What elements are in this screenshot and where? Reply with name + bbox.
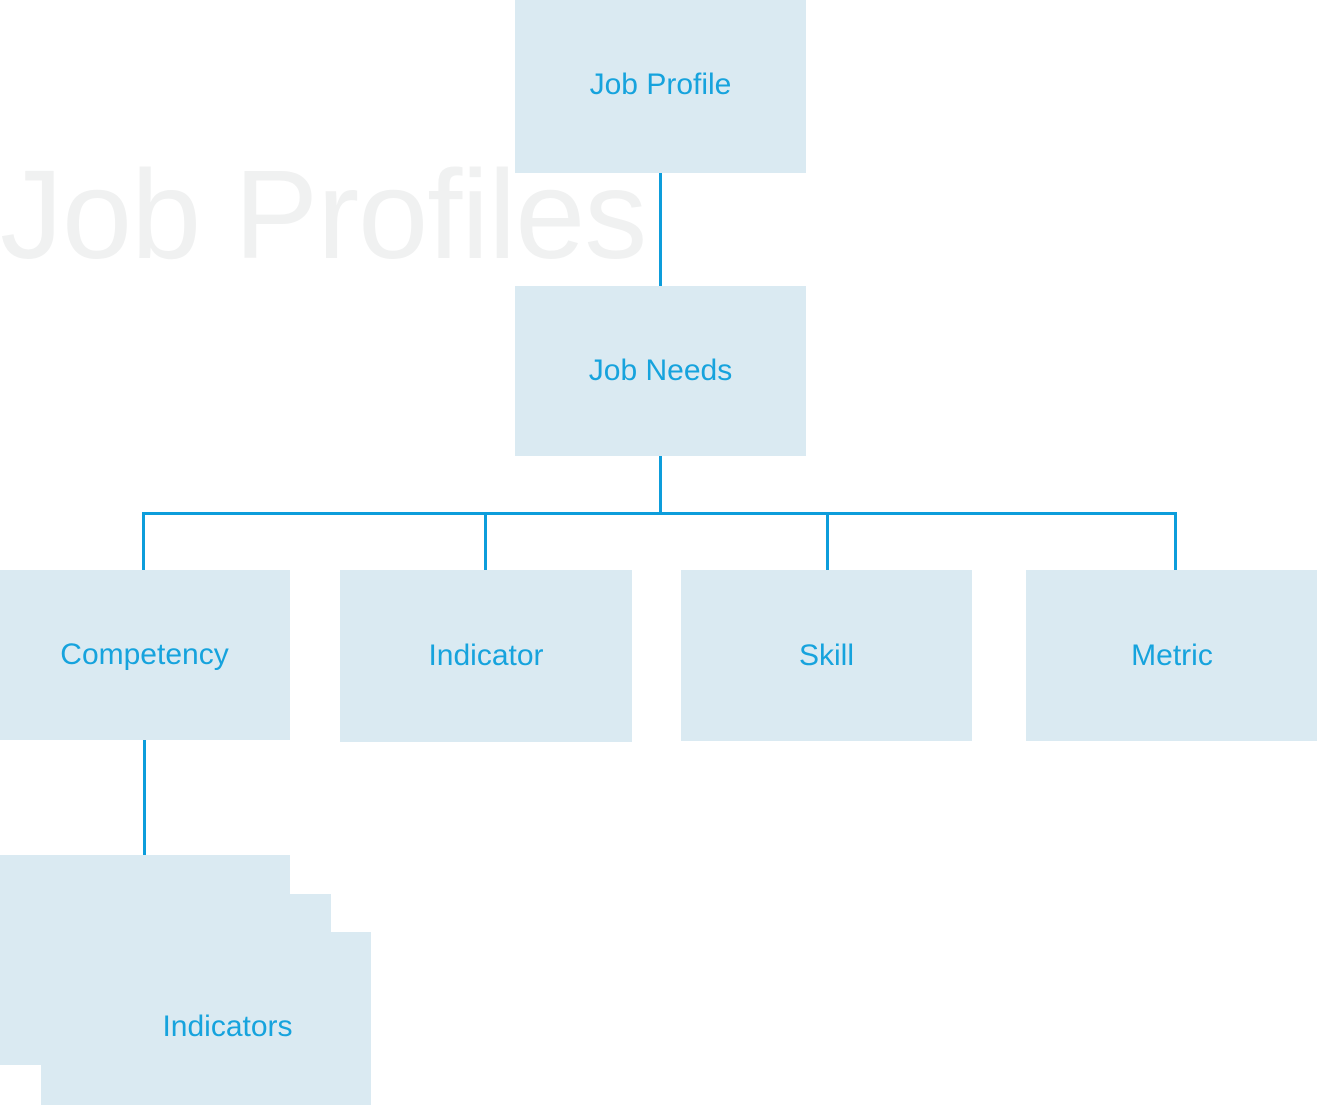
node-job-needs[interactable]: Job Needs	[515, 286, 806, 456]
node-job-profile-label: Job Profile	[589, 67, 732, 101]
node-skill-label: Skill	[798, 638, 854, 672]
node-competency-label: Competency	[60, 638, 229, 671]
node-metric[interactable]: Metric	[1026, 570, 1317, 741]
connector-job-profile-to-job-needs	[659, 173, 662, 287]
node-job-profile[interactable]: Job Profile	[515, 0, 806, 173]
connector-drop-indicator	[484, 512, 487, 571]
connector-drop-metric	[1174, 512, 1177, 571]
node-skill[interactable]: Skill	[681, 570, 972, 741]
node-indicators-label: Indicators	[162, 1010, 293, 1043]
connector-horizontal-bus	[142, 512, 1177, 515]
connector-drop-skill	[826, 512, 829, 571]
connector-drop-competency	[142, 512, 145, 571]
node-indicator-label: Indicator	[428, 639, 544, 672]
connector-competency-to-indicators	[143, 740, 146, 856]
node-indicator[interactable]: Indicator	[340, 570, 632, 742]
node-indicators[interactable]: Indicators	[84, 932, 371, 1105]
job-profiles-diagram: Job Profiles Job Profile Job Needs Compe…	[0, 0, 1317, 1105]
node-metric-label: Metric	[1131, 638, 1213, 672]
node-competency[interactable]: Competency	[0, 570, 290, 740]
connector-job-needs-down	[659, 456, 662, 514]
node-job-needs-label: Job Needs	[588, 354, 733, 387]
